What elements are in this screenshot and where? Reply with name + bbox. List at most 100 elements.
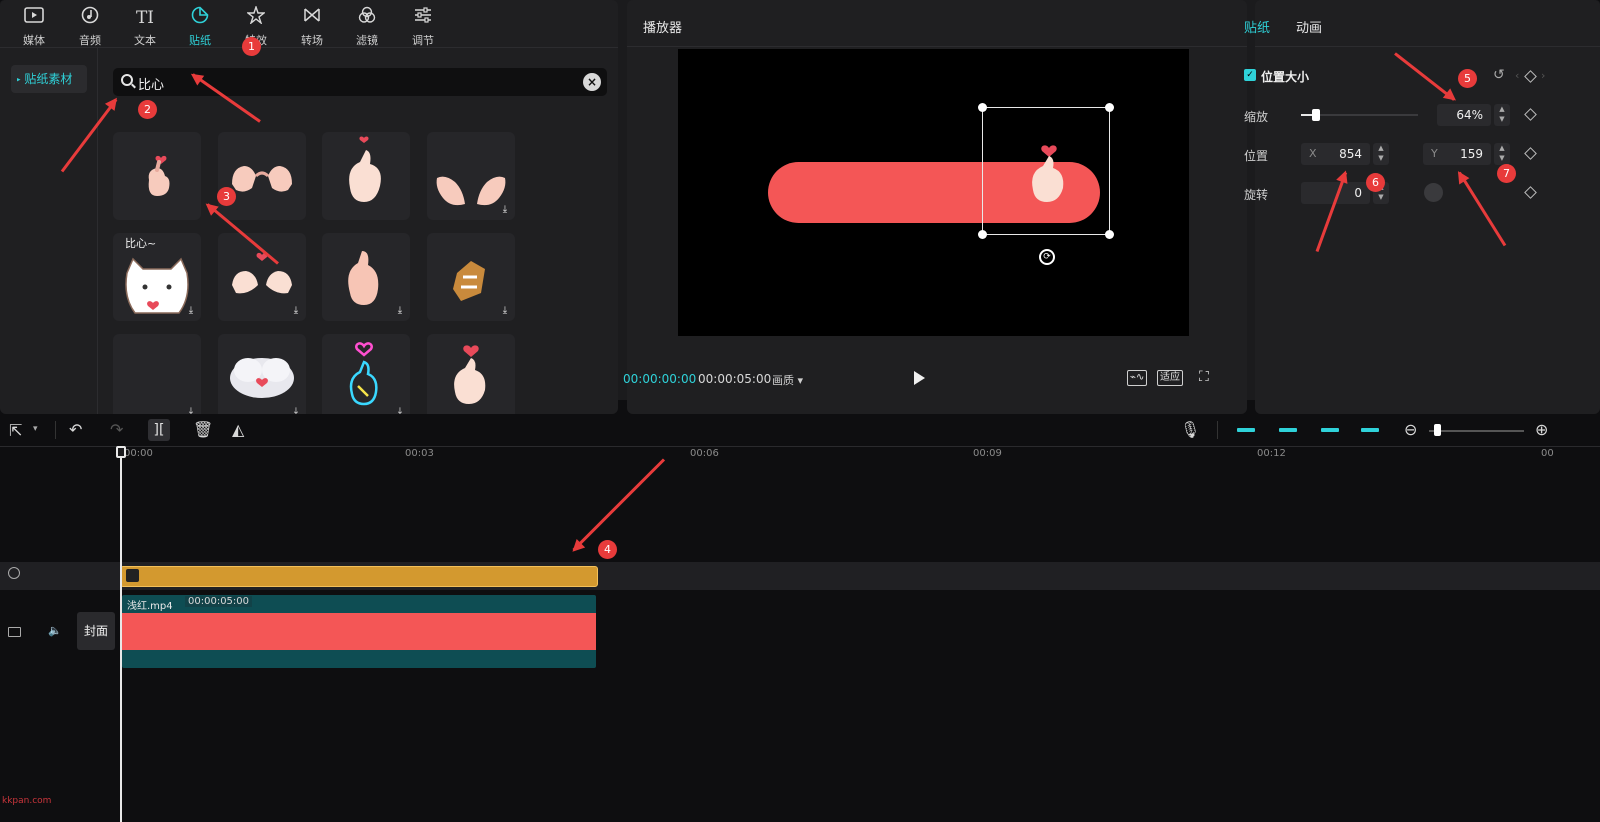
selected-sticker	[1032, 145, 1064, 202]
y-stepper[interactable]: ▲ ▼	[1494, 143, 1510, 165]
scale-label: 缩放	[1244, 110, 1269, 124]
reset-icon[interactable]: ↺	[1493, 67, 1505, 83]
main-track-magnet-button[interactable]	[1358, 422, 1382, 438]
download-icon[interactable]: ⤓	[185, 406, 197, 414]
scale-stepper[interactable]: ▲ ▼	[1494, 104, 1510, 126]
download-icon[interactable]: ⤓	[290, 406, 302, 414]
preview-axis-button[interactable]	[1318, 422, 1342, 438]
position-x-input[interactable]: X 854	[1301, 143, 1370, 165]
side-item-label: 贴纸素材	[24, 72, 73, 86]
clear-search-button[interactable]: ×	[583, 73, 601, 91]
mute-icon[interactable]: 🔈	[48, 624, 62, 637]
tool-dropdown-icon[interactable]: ▾	[33, 424, 38, 434]
sticker-item[interactable]: ⤓	[427, 233, 515, 321]
tab-sticker[interactable]: 贴纸	[1244, 17, 1270, 36]
watermark: kkpan.com	[2, 796, 52, 806]
annotation-badge: 4	[598, 540, 617, 559]
resize-handle[interactable]	[978, 103, 987, 112]
download-icon[interactable]: ⤓	[394, 406, 406, 414]
sticker-item[interactable]: 比心~ ⤓	[113, 233, 201, 321]
scale-input[interactable]: 64%	[1437, 104, 1491, 126]
sticker-selection-box[interactable]	[978, 103, 1114, 239]
zoom-slider-knob[interactable]	[1434, 424, 1441, 436]
quality-dropdown[interactable]: 画质 ▾	[772, 372, 803, 388]
sticker-item[interactable]	[113, 132, 201, 220]
video-clip[interactable]: 浅红.mp4 00:00:05:00	[122, 595, 596, 668]
category-label: 文本	[134, 34, 156, 47]
category-text[interactable]: TI 文本	[117, 6, 173, 48]
category-audio[interactable]: 音频	[62, 6, 118, 48]
ruler-line	[0, 446, 1600, 447]
undo-icon[interactable]: ↶	[69, 420, 82, 439]
playhead-handle[interactable]	[116, 446, 126, 458]
sticker-item[interactable]: ⤓	[218, 233, 306, 321]
video-clip-frames	[122, 613, 596, 650]
x-value: 854	[1339, 147, 1362, 161]
finger-heart-sticker	[349, 136, 381, 202]
x-stepper[interactable]: ▲ ▼	[1373, 143, 1389, 165]
download-icon[interactable]: ⤓	[499, 204, 511, 216]
waveform-button[interactable]: ⌁∿	[1127, 370, 1148, 386]
rotate-value: 0	[1354, 186, 1362, 200]
tab-animation[interactable]: 动画	[1296, 17, 1322, 36]
ratio-button[interactable]: 适应	[1157, 370, 1183, 386]
category-adjust[interactable]: 调节	[395, 6, 451, 48]
annotation-badge: 3	[217, 187, 236, 206]
linkage-button[interactable]	[1276, 422, 1300, 438]
position-y-input[interactable]: Y 159	[1423, 143, 1491, 165]
rotate-dial[interactable]	[1424, 183, 1443, 202]
annotation-badge: 2	[138, 100, 157, 119]
sticker-item[interactable]: ⤓	[322, 233, 410, 321]
preview-canvas[interactable]: ⟳	[678, 49, 1189, 336]
select-tool-icon[interactable]: ⇱	[9, 421, 22, 440]
mirror-icon[interactable]: ◭	[232, 420, 244, 439]
sticker-item[interactable]	[322, 132, 410, 220]
delete-icon[interactable]: 🗑	[193, 420, 213, 439]
sticker-item[interactable]: ⤓	[322, 334, 410, 414]
sticker-item[interactable]	[427, 334, 515, 414]
auto-snap-button[interactable]	[1234, 422, 1258, 438]
rotate-handle-icon[interactable]: ⟳	[1039, 249, 1055, 265]
play-button[interactable]	[914, 371, 925, 385]
resize-handle[interactable]	[978, 230, 987, 239]
annotation-badge: 1	[242, 37, 261, 56]
zoom-out-icon[interactable]: ⊖	[1404, 420, 1417, 439]
ratio-label: 适应	[1160, 372, 1180, 383]
microphone-icon[interactable]: 🎙	[1180, 420, 1200, 439]
download-icon[interactable]: ⤓	[185, 305, 197, 317]
sticker-item[interactable]: ⤓	[218, 334, 306, 414]
scale-slider-knob[interactable]	[1312, 109, 1320, 121]
heart-hand-sticker	[454, 345, 486, 404]
sticker-search-bar[interactable]: 比心 ×	[113, 68, 607, 96]
position-size-checkbox[interactable]: ✓	[1244, 69, 1256, 81]
download-icon[interactable]: ⤓	[394, 305, 406, 317]
zoom-slider[interactable]	[1429, 430, 1524, 432]
split-button[interactable]: ][	[148, 419, 170, 441]
side-item-sticker-material[interactable]: ▸ 贴纸素材	[11, 65, 87, 93]
category-filter[interactable]: 滤镜	[339, 6, 395, 48]
scale-value: 64%	[1456, 108, 1483, 122]
download-icon[interactable]: ⤓	[290, 305, 302, 317]
cover-button[interactable]: 封面	[77, 612, 115, 650]
fullscreen-icon[interactable]: ⛶	[1199, 369, 1209, 385]
sticker-item[interactable]: ⤓	[427, 132, 515, 220]
sticker-clip[interactable]	[120, 566, 598, 587]
divider	[1255, 46, 1600, 47]
resize-handle[interactable]	[1105, 230, 1114, 239]
download-icon[interactable]: ⤓	[499, 305, 511, 317]
playhead[interactable]	[120, 449, 122, 822]
search-input[interactable]: 比心	[138, 74, 164, 93]
next-keyframe-icon[interactable]: ›	[1541, 69, 1545, 82]
category-sticker[interactable]: 贴纸	[172, 6, 228, 48]
sticker-item[interactable]: ⤓	[113, 334, 201, 414]
redo-icon[interactable]: ↷	[110, 420, 123, 439]
annotation-badge: 7	[1497, 164, 1516, 183]
resize-handle[interactable]	[1105, 103, 1114, 112]
category-label: 贴纸	[189, 34, 211, 47]
category-transition[interactable]: 转场	[284, 6, 340, 48]
category-media[interactable]: 媒体	[6, 6, 62, 48]
prev-keyframe-icon[interactable]: ‹	[1515, 69, 1519, 82]
sticker-item[interactable]	[218, 132, 306, 220]
properties-panel	[1255, 0, 1600, 414]
zoom-in-icon[interactable]: ⊕	[1535, 420, 1548, 439]
